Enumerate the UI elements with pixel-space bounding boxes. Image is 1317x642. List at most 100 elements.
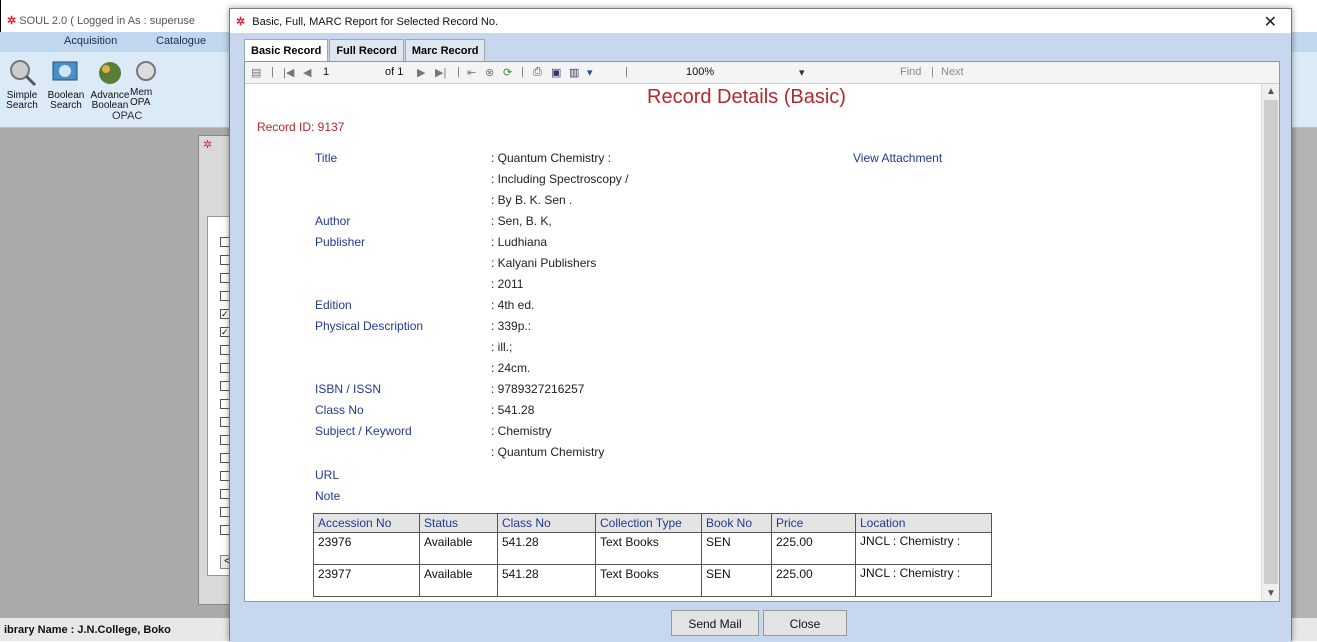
field-value: : Kalyani Publishers	[491, 256, 597, 270]
boolean-search-label: Boolean Search	[47, 90, 85, 111]
table-cell: 541.28	[497, 564, 596, 597]
tab-basic-record[interactable]: Basic Record	[244, 39, 329, 61]
separator: |	[931, 66, 934, 78]
back-icon[interactable]: ⇤	[467, 66, 476, 79]
right-panel-edge	[1296, 128, 1317, 618]
table-cell: 225.00	[771, 532, 856, 565]
field-value: : Chemistry	[491, 424, 552, 438]
tab-marc-record[interactable]: Marc Record	[404, 39, 486, 61]
stop-icon[interactable]: ⊗	[485, 66, 494, 79]
dialog-title-bar: ✲ Basic, Full, MARC Report for Selected …	[230, 9, 1291, 33]
field-label: Edition	[315, 298, 352, 312]
document-map-icon[interactable]: ▤	[251, 66, 261, 79]
table-row: 23977 Available 541.28 Text Books SEN 22…	[313, 564, 992, 597]
view-attachment-link[interactable]: View Attachment	[853, 151, 942, 165]
column-header: Location	[855, 513, 992, 533]
page-number-input[interactable]: 1	[323, 66, 329, 78]
table-cell: 23977	[313, 564, 420, 597]
report-tabs: Basic Record Full Record Marc Record	[244, 39, 486, 61]
report-toolbar: ▤ | |◀ ◀ 1 of 1 ▶ ▶| | ⇤ ⊗ ⟳ | ⎙ ▣ ▥ ▾ |…	[245, 62, 1279, 84]
app-title: SOUL 2.0 ( Logged in As : superuse	[19, 15, 195, 27]
advance-boolean-icon	[94, 58, 126, 88]
table-cell: Available	[419, 532, 498, 565]
field-label: ISBN / ISSN	[315, 382, 382, 396]
field-label: Class No	[315, 403, 364, 417]
column-header: Price	[771, 513, 856, 533]
field-label: Subject / Keyword	[315, 424, 412, 438]
simple-search-button[interactable]: Simple Search	[0, 58, 44, 111]
soul-logo-icon: ✲	[7, 15, 17, 27]
refresh-icon[interactable]: ⟳	[503, 66, 512, 79]
chevron-down-icon[interactable]: ▾	[799, 66, 805, 79]
field-label: URL	[315, 468, 340, 482]
field-value: : Sen, B. K,	[491, 214, 552, 228]
table-cell: JNCL : Chemistry :	[855, 564, 992, 597]
column-header: Collection Type	[595, 513, 702, 533]
table-cell: 225.00	[771, 564, 856, 597]
field-label: Author	[315, 214, 351, 228]
column-header: Class No	[497, 513, 596, 533]
dialog-title: Basic, Full, MARC Report for Selected Re…	[252, 16, 499, 28]
field-label: Physical Description	[315, 319, 424, 333]
separator: |	[521, 66, 524, 78]
last-page-icon[interactable]: ▶|	[435, 66, 446, 79]
dialog-body: Basic Record Full Record Marc Record ▤ |…	[230, 33, 1291, 642]
record-report-dialog: ✲ Basic, Full, MARC Report for Selected …	[229, 8, 1292, 642]
page-setup-icon[interactable]: ▥	[569, 66, 579, 79]
close-icon[interactable]: ✕	[1264, 12, 1277, 32]
advance-boolean-label: Advance Boolean	[90, 90, 130, 111]
table-cell: SEN	[701, 532, 772, 565]
next-page-icon[interactable]: ▶	[417, 66, 425, 79]
column-header: Book No	[701, 513, 772, 533]
table-row: 23976 Available 541.28 Text Books SEN 22…	[313, 532, 992, 565]
column-header: Accession No	[313, 513, 420, 533]
field-value: : Ludhiana	[491, 235, 548, 249]
field-value: : ill.;	[491, 340, 513, 354]
window-logo-icon: ✲	[203, 139, 213, 151]
separator: |	[271, 66, 274, 78]
field-value: : 541.28	[491, 403, 535, 417]
soul-logo-icon: ✲	[236, 16, 246, 28]
field-value: : 2011	[491, 277, 524, 291]
table-cell: Text Books	[595, 532, 702, 565]
member-opac-label: Mem OPA	[130, 87, 153, 108]
column-header: Status	[419, 513, 498, 533]
page-count: of 1	[385, 66, 404, 78]
scroll-up-icon[interactable]: ▲	[1266, 86, 1276, 97]
table-cell: 541.28	[497, 532, 596, 565]
field-label: Title	[315, 151, 338, 165]
report-heading: Record Details (Basic)	[647, 86, 846, 108]
table-cell: SEN	[701, 564, 772, 597]
table-cell: 23976	[313, 532, 420, 565]
export-icon[interactable]: ▾	[587, 66, 593, 79]
send-mail-button[interactable]: Send Mail	[671, 610, 759, 636]
separator: |	[625, 66, 628, 78]
next-button[interactable]: Next	[941, 66, 964, 78]
field-value: : Quantum Chemistry :	[491, 151, 612, 165]
print-layout-icon[interactable]: ▣	[551, 66, 561, 79]
tab-full-record[interactable]: Full Record	[329, 39, 404, 61]
boolean-search-button[interactable]: Boolean Search	[44, 58, 88, 111]
report-viewer: ▤ | |◀ ◀ 1 of 1 ▶ ▶| | ⇤ ⊗ ⟳ | ⎙ ▣ ▥ ▾ |…	[244, 61, 1280, 602]
library-name: ibrary Name : J.N.College, Boko	[4, 624, 171, 636]
advance-boolean-button[interactable]: Advance Boolean	[88, 58, 132, 111]
field-label: Publisher	[315, 235, 366, 249]
close-button[interactable]: Close	[763, 610, 847, 636]
field-value: : 24cm.	[491, 361, 531, 375]
vertical-scrollbar[interactable]: ▲ ▼	[1261, 84, 1279, 601]
member-opac-button[interactable]: Mem OPA	[130, 58, 156, 108]
scroll-thumb[interactable]	[1264, 100, 1278, 584]
first-page-icon[interactable]: |◀	[283, 66, 294, 79]
menu-acquisition[interactable]: Acquisition	[64, 35, 117, 47]
field-value: : Quantum Chemistry	[491, 445, 605, 459]
table-cell: Available	[419, 564, 498, 597]
field-label: Note	[315, 489, 341, 503]
menu-catalogue[interactable]: Catalogue	[156, 35, 206, 47]
print-icon[interactable]: ⎙	[533, 66, 542, 79]
scroll-down-icon[interactable]: ▼	[1266, 588, 1276, 599]
zoom-select[interactable]: 100%	[686, 66, 714, 78]
find-button[interactable]: Find	[900, 66, 921, 78]
table-cell: Text Books	[595, 564, 702, 597]
previous-page-icon[interactable]: ◀	[303, 66, 311, 79]
table-cell: JNCL : Chemistry :	[855, 532, 992, 565]
